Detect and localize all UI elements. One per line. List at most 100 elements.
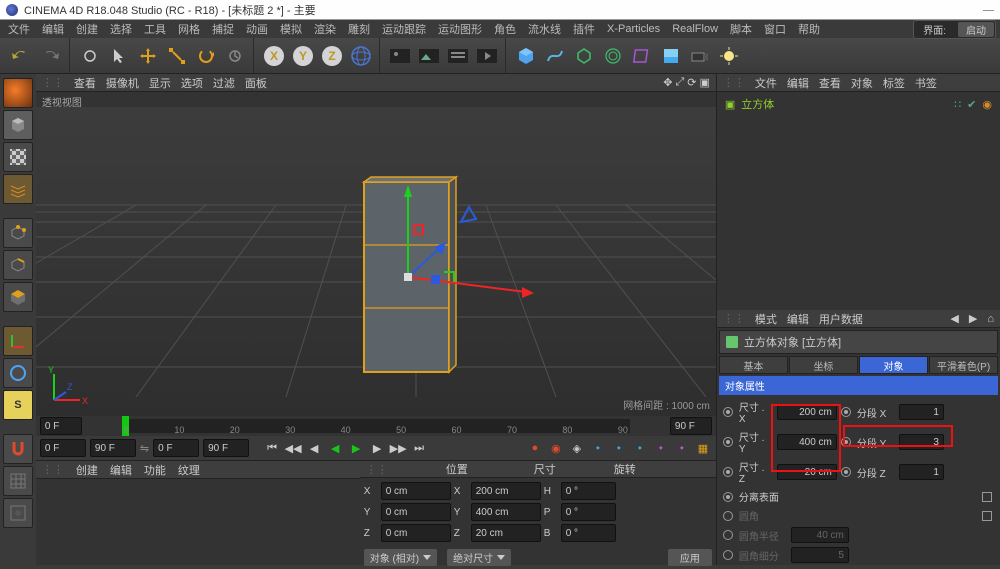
vp-menu[interactable]: 查看 [74, 75, 96, 91]
timeline-end-field[interactable]: 90 F [670, 417, 712, 435]
om-tab[interactable]: 书签 [915, 75, 937, 91]
rot-p[interactable]: 0 ° [561, 503, 616, 521]
attr-tab-object[interactable]: 对象 [859, 356, 928, 374]
attr-nav-up-icon[interactable]: ⌂ [987, 313, 994, 325]
options-button[interactable]: ▦ [694, 439, 712, 457]
z-axis-button[interactable]: Z [318, 42, 346, 70]
menu-item[interactable]: 运动跟踪 [378, 19, 430, 39]
menu-item[interactable]: 帮助 [794, 19, 824, 39]
om-tab[interactable]: 标签 [883, 75, 905, 91]
object-item[interactable]: ▣ 立方体 ∷ ✔ ◉ [717, 92, 1000, 116]
render-settings-button[interactable] [444, 42, 472, 70]
viewport-3d[interactable]: Y X Z 网格间距 : 1000 cm [36, 107, 716, 416]
viewport-solo-button[interactable] [3, 358, 33, 388]
object-name[interactable]: 立方体 [741, 96, 774, 112]
menu-item[interactable]: 文件 [4, 19, 34, 39]
radio-icon[interactable] [841, 437, 851, 447]
vp-menu[interactable]: 过滤 [213, 75, 235, 91]
menu-item[interactable]: 编辑 [38, 19, 68, 39]
range-lock-icon[interactable]: ⇋ [140, 442, 149, 455]
prev-key-button[interactable]: ◀◀ [284, 439, 302, 457]
menu-item[interactable]: 流水线 [524, 19, 565, 39]
size-y-field[interactable]: 400 cm [777, 434, 837, 450]
select-tool[interactable] [76, 42, 104, 70]
attr-top-tab[interactable]: 模式 [755, 311, 777, 327]
rotate-tool[interactable] [192, 42, 220, 70]
render-picture-button[interactable] [415, 42, 443, 70]
menu-item[interactable]: 选择 [106, 19, 136, 39]
workplane-snap2-button[interactable] [3, 498, 33, 528]
next-key-button[interactable]: ▶▶ [389, 439, 407, 457]
radio-icon[interactable] [841, 407, 851, 417]
next-frame-button[interactable]: ▶ [368, 439, 386, 457]
om-tab[interactable]: 编辑 [787, 75, 809, 91]
fillet-checkbox[interactable] [982, 511, 992, 521]
record-button[interactable]: ● [526, 439, 544, 457]
render-view-button[interactable] [386, 42, 414, 70]
layout-active[interactable]: 启动 [958, 22, 994, 37]
vp-menu[interactable]: 显示 [149, 75, 171, 91]
size-z[interactable]: 20 cm [471, 524, 541, 542]
keysel-button[interactable]: ◈ [568, 439, 586, 457]
undo-button[interactable] [8, 42, 36, 70]
vp-menu[interactable]: 面板 [245, 75, 267, 91]
x-axis-button[interactable]: X [260, 42, 288, 70]
mat-tab[interactable]: 编辑 [110, 462, 132, 478]
attr-top-tab[interactable]: 编辑 [787, 311, 809, 327]
phong-tag-icon[interactable]: ◉ [982, 98, 992, 111]
add-deformer-button[interactable] [628, 42, 656, 70]
menu-item[interactable]: 创建 [72, 19, 102, 39]
key-scale-button[interactable]: ⬩ [610, 439, 628, 457]
mat-tab[interactable]: 纹理 [178, 462, 200, 478]
workplane-snap-button[interactable] [3, 466, 33, 496]
vp-menu[interactable]: 选项 [181, 75, 203, 91]
world-coord-button[interactable] [347, 42, 375, 70]
key-pos-button[interactable]: ⬩ [589, 439, 607, 457]
radio-icon[interactable] [723, 467, 733, 477]
key-param-button[interactable]: ⬩ [652, 439, 670, 457]
rot-h[interactable]: 0 ° [561, 482, 616, 500]
pos-x[interactable]: 0 cm [381, 482, 451, 500]
y-axis-button[interactable]: Y [289, 42, 317, 70]
radio-icon[interactable] [841, 467, 851, 477]
radio-icon[interactable] [723, 492, 733, 502]
separate-surface-checkbox[interactable] [982, 492, 992, 502]
vp-maximize-icon[interactable]: ▣ [699, 76, 709, 89]
radio-icon[interactable] [723, 511, 733, 521]
poly-mode-button[interactable] [3, 282, 33, 312]
axis-enable-button[interactable] [3, 326, 33, 356]
autokey-button[interactable]: ◉ [547, 439, 565, 457]
size-x-field[interactable]: 200 cm [777, 404, 837, 420]
make-editable-button[interactable] [3, 78, 33, 108]
menu-item[interactable]: 动画 [242, 19, 272, 39]
preview-end[interactable]: 90 F [203, 439, 249, 457]
attr-nav-prev-icon[interactable]: ◀ [950, 312, 958, 325]
vp-zoom-icon[interactable]: ⤢ [675, 76, 684, 89]
range-start[interactable]: 0 F [40, 439, 86, 457]
menu-item[interactable]: 插件 [569, 19, 599, 39]
add-primitive-button[interactable] [512, 42, 540, 70]
camera-button[interactable] [686, 42, 714, 70]
rot-b[interactable]: 0 ° [561, 524, 616, 542]
vp-rotate-icon[interactable]: ⟳ [687, 76, 696, 89]
move-tool[interactable] [134, 42, 162, 70]
model-mode-button[interactable] [3, 110, 33, 140]
attr-tab-basic[interactable]: 基本 [719, 356, 788, 374]
radio-icon[interactable] [723, 437, 733, 447]
cursor-tool[interactable] [105, 42, 133, 70]
add-environment-button[interactable] [657, 42, 685, 70]
vp-menu[interactable]: 摄像机 [106, 75, 139, 91]
apply-button[interactable]: 应用 [668, 549, 712, 566]
size-y[interactable]: 400 cm [471, 503, 541, 521]
preview-start[interactable]: 0 F [153, 439, 199, 457]
layout-switcher[interactable]: 界面: 启动 [913, 20, 996, 39]
attr-top-tab[interactable]: 用户数据 [819, 311, 863, 327]
scale-tool[interactable] [163, 42, 191, 70]
redo-button[interactable] [37, 42, 65, 70]
menu-item[interactable]: 渲染 [310, 19, 340, 39]
om-tab[interactable]: 查看 [819, 75, 841, 91]
seg-z-field[interactable]: 1 [899, 464, 944, 480]
add-generator-button[interactable] [570, 42, 598, 70]
menu-item[interactable]: 工具 [140, 19, 170, 39]
radio-icon[interactable] [723, 407, 733, 417]
